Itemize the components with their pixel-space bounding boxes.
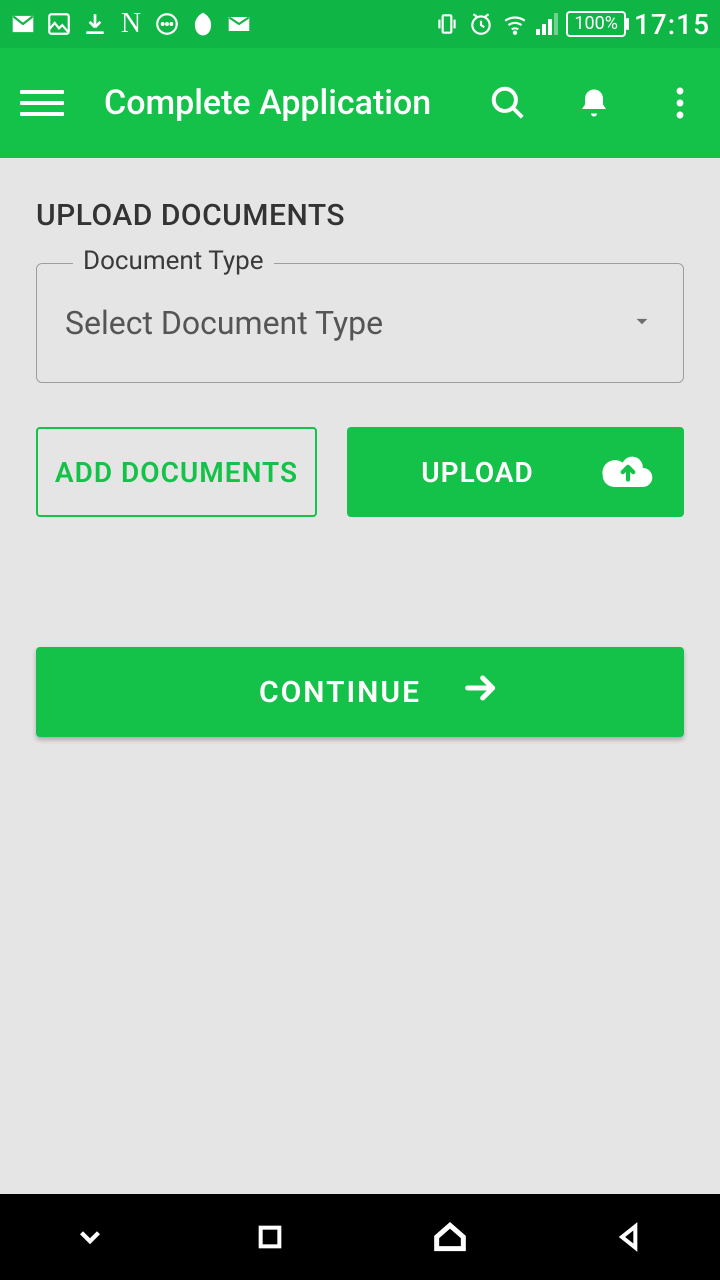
signal-icon <box>536 13 558 35</box>
continue-button[interactable]: CONTINUE <box>36 647 684 737</box>
nav-recents-button[interactable] <box>245 1212 295 1262</box>
nav-home-button[interactable] <box>425 1212 475 1262</box>
nav-back-button[interactable] <box>605 1212 655 1262</box>
nav-collapse-button[interactable] <box>65 1212 115 1262</box>
battery-indicator: 100% <box>566 11 626 37</box>
letter-n-icon: N <box>118 11 144 37</box>
system-nav-bar <box>0 1194 720 1280</box>
search-icon <box>489 84 527 122</box>
alarm-icon <box>468 11 494 37</box>
chevron-down-icon <box>73 1220 107 1254</box>
gmail-icon <box>10 11 36 37</box>
notifications-button[interactable] <box>574 83 614 123</box>
page-title: Complete Application <box>104 83 488 123</box>
triangle-left-icon <box>614 1221 646 1253</box>
wifi-icon <box>502 11 528 37</box>
action-button-row: ADD DOCUMENTS UPLOAD <box>36 427 684 517</box>
status-right-icons: 100% 17:15 <box>434 8 710 41</box>
upload-button[interactable]: UPLOAD <box>347 427 684 517</box>
download-icon <box>82 11 108 37</box>
status-left-icons: N <box>10 11 252 37</box>
upload-label: UPLOAD <box>377 456 578 489</box>
more-vert-icon <box>675 85 685 121</box>
app-bar: Complete Application <box>0 48 720 158</box>
section-title: UPLOAD DOCUMENTS <box>36 198 684 233</box>
cloud-upload-icon <box>602 450 654 495</box>
document-type-label: Document Type <box>73 246 274 276</box>
search-button[interactable] <box>488 83 528 123</box>
mail-icon <box>226 11 252 37</box>
bell-icon <box>576 85 612 121</box>
add-documents-label: ADD DOCUMENTS <box>55 456 298 489</box>
app-icon <box>190 11 216 37</box>
app-bar-actions <box>488 83 700 123</box>
circle-dots-icon <box>154 11 180 37</box>
overflow-menu-button[interactable] <box>660 83 700 123</box>
clock: 17:15 <box>634 8 710 41</box>
home-icon <box>430 1217 470 1257</box>
continue-label: CONTINUE <box>259 675 421 710</box>
square-icon <box>254 1221 286 1253</box>
arrow-right-icon <box>461 668 501 716</box>
status-bar: N 100% 17:15 <box>0 0 720 48</box>
document-type-select[interactable]: Document Type Select Document Type <box>36 263 684 383</box>
menu-button[interactable] <box>20 81 64 125</box>
battery-text: 100% <box>574 13 618 35</box>
vibrate-icon <box>434 11 460 37</box>
document-type-value: Select Document Type <box>65 304 629 342</box>
picture-icon <box>46 11 72 37</box>
main-content: UPLOAD DOCUMENTS Document Type Select Do… <box>0 158 720 1194</box>
dropdown-caret-icon <box>629 308 655 338</box>
add-documents-button[interactable]: ADD DOCUMENTS <box>36 427 317 517</box>
